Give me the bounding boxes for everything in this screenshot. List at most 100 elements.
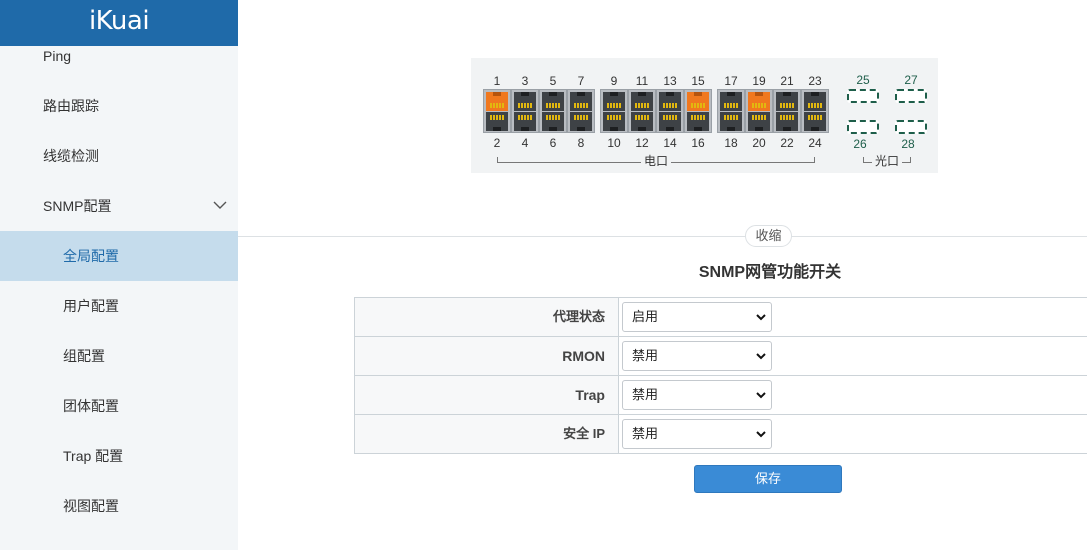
port-number: 14: [663, 136, 677, 150]
port-latch: [549, 92, 557, 96]
ethernet-port-icon[interactable]: [720, 92, 742, 111]
port-latch: [610, 127, 618, 131]
ethernet-port-icon[interactable]: [687, 92, 709, 111]
port-number: 24: [808, 136, 822, 150]
security-ip-select[interactable]: 禁用: [622, 419, 772, 449]
ethernet-port-icon[interactable]: [776, 92, 798, 111]
collapse-divider: [238, 236, 1087, 237]
ethernet-port-icon[interactable]: [603, 112, 625, 131]
ethernet-port-pair[interactable]: [628, 89, 656, 133]
agent-status-select[interactable]: 启用: [622, 302, 772, 332]
ethernet-port-icon[interactable]: [659, 112, 681, 131]
port-number: 3: [521, 74, 529, 88]
ethernet-port-icon[interactable]: [486, 92, 508, 111]
sidebar-item-cable-test[interactable]: 线缆检测: [0, 131, 238, 181]
ethernet-port-pair[interactable]: [483, 89, 511, 133]
ethernet-port-icon[interactable]: [804, 112, 826, 131]
ethernet-port-pair[interactable]: [600, 89, 628, 133]
port-latch: [577, 127, 585, 131]
port-pins: [691, 103, 705, 108]
ethernet-port-icon[interactable]: [659, 92, 681, 111]
port-pins: [635, 115, 649, 120]
port-number: 8: [577, 136, 585, 150]
ethernet-port-icon[interactable]: [570, 92, 592, 111]
fiber-port-number: 27: [904, 73, 918, 87]
port-latch: [521, 127, 529, 131]
ethernet-port-icon[interactable]: [486, 112, 508, 131]
trap-select[interactable]: 禁用: [622, 380, 772, 410]
ethernet-port-pair[interactable]: [656, 89, 684, 133]
ethernet-port-icon[interactable]: [570, 112, 592, 131]
ethernet-port-icon[interactable]: [631, 92, 653, 111]
fiber-port-label: 光口: [872, 155, 903, 167]
port-latch: [694, 127, 702, 131]
sidebar-item-community-config[interactable]: 团体配置: [0, 381, 238, 431]
port-latch: [727, 127, 735, 131]
sidebar-item-label: Ping: [43, 48, 72, 64]
port-pins: [574, 115, 588, 120]
ethernet-port-pair[interactable]: [684, 89, 712, 133]
sidebar-item-group-config[interactable]: 组配置: [0, 331, 238, 381]
ethernet-port-pair[interactable]: [717, 89, 745, 133]
fiber-port-number: 26: [853, 137, 867, 151]
port-number: 1: [493, 74, 501, 88]
fiber-port-icon[interactable]: [847, 120, 879, 134]
port-latch: [493, 127, 501, 131]
port-pins: [724, 103, 738, 108]
ethernet-port-pair[interactable]: [539, 89, 567, 133]
chevron-down-icon: [756, 392, 766, 399]
port-pins: [607, 103, 621, 108]
port-number: 13: [663, 74, 677, 88]
sidebar-item-label: 全局配置: [63, 248, 119, 264]
ethernet-port-pair[interactable]: [511, 89, 539, 133]
sidebar-item-snmp-config[interactable]: SNMP配置: [0, 181, 238, 231]
ethernet-port-icon[interactable]: [748, 92, 770, 111]
ethernet-port-icon[interactable]: [804, 92, 826, 111]
fiber-port-icon[interactable]: [847, 89, 879, 103]
ethernet-port-icon[interactable]: [514, 112, 536, 131]
ethernet-port-icon[interactable]: [631, 112, 653, 131]
ethernet-port-pair[interactable]: [567, 89, 595, 133]
fiber-port-icon[interactable]: [895, 120, 927, 134]
port-number: 4: [521, 136, 529, 150]
ethernet-port-icon[interactable]: [720, 112, 742, 131]
form-row-rmon: RMON 禁用: [355, 337, 1087, 376]
port-pins: [635, 103, 649, 108]
sidebar-item-global-config[interactable]: 全局配置: [0, 231, 238, 281]
sidebar-item-label: Trap 配置: [63, 448, 124, 464]
ethernet-port-icon[interactable]: [776, 112, 798, 131]
ethernet-port-icon[interactable]: [603, 92, 625, 111]
sidebar-item-traceroute[interactable]: 路由跟踪: [0, 81, 238, 131]
fiber-port-icon[interactable]: [895, 89, 927, 103]
ethernet-port-icon[interactable]: [542, 112, 564, 131]
form-row-security-ip: 安全 IP 禁用: [355, 415, 1087, 454]
save-button[interactable]: 保存: [694, 465, 842, 493]
ethernet-port-icon[interactable]: [542, 92, 564, 111]
port-pins: [752, 115, 766, 120]
port-latch: [638, 92, 646, 96]
ethernet-port-icon[interactable]: [748, 112, 770, 131]
sidebar-item-user-config[interactable]: 用户配置: [0, 281, 238, 331]
port-latch: [549, 127, 557, 131]
sidebar-item-label: 组配置: [63, 348, 105, 364]
ethernet-port-icon[interactable]: [687, 112, 709, 131]
rmon-select[interactable]: 禁用: [622, 341, 772, 371]
form-value-cell: 禁用: [619, 337, 1087, 375]
collapse-button[interactable]: 收缩: [745, 225, 792, 247]
sidebar-item-ping[interactable]: Ping: [0, 31, 238, 81]
ethernet-port-pair[interactable]: [745, 89, 773, 133]
port-latch: [755, 92, 763, 96]
form-label: RMON: [355, 337, 619, 375]
sidebar-item-view-config[interactable]: 视图配置: [0, 481, 238, 531]
sidebar-item-trap-config[interactable]: Trap 配置: [0, 431, 238, 481]
ethernet-port-pair[interactable]: [801, 89, 829, 133]
sidebar-item-label: 视图配置: [63, 498, 119, 514]
ethernet-port-pair[interactable]: [773, 89, 801, 133]
snmp-settings-table: 代理状态 启用 RMON 禁用 Trap 禁用 安全 IP 禁用: [354, 297, 1087, 454]
port-pins: [574, 103, 588, 108]
ethernet-port-icon[interactable]: [514, 92, 536, 111]
form-value-cell: 禁用: [619, 376, 1087, 414]
sidebar-item-label: 路由跟踪: [43, 98, 99, 114]
select-value: 禁用: [632, 387, 659, 402]
port-pins: [752, 103, 766, 108]
